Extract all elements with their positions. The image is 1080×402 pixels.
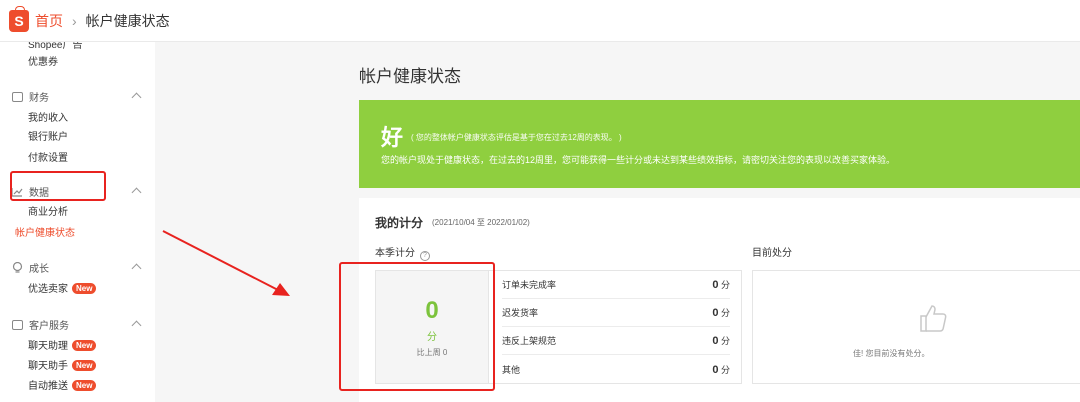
metric-value: 0 分 [712, 306, 730, 319]
sidebar-item-voucher[interactable]: 优惠券 [28, 53, 58, 68]
metric-unit: 分 [720, 336, 730, 346]
sidebar-group-growth[interactable]: 成长 [12, 260, 49, 275]
sidebar-group-customer-service[interactable]: 客户服务 [12, 317, 69, 332]
season-score-label: 本季计分? [375, 244, 430, 261]
chevron-up-icon[interactable] [131, 320, 142, 331]
bulb-icon [12, 262, 23, 273]
sidebar-item-business-insights[interactable]: 商业分析 [28, 203, 68, 218]
new-badge: New [72, 380, 97, 391]
wallet-icon [12, 91, 23, 102]
metric-number: 0 [712, 363, 719, 376]
sidebar-item-chat-assistant[interactable]: 聊天助理 New [28, 337, 97, 352]
sidebar-group-label: 财务 [29, 93, 49, 104]
chat-icon [12, 319, 23, 330]
breadcrumb-home[interactable]: 首页 [35, 11, 63, 31]
breadcrumb-separator-icon: › [72, 12, 77, 29]
page-title: 帐户健康状态 [359, 67, 461, 86]
metric-row: 迟发货率 0 分 [502, 299, 730, 327]
metric-unit: 分 [720, 308, 730, 318]
shopee-logo-icon[interactable]: S [9, 5, 29, 32]
sidebar-group-label: 成长 [29, 264, 49, 275]
sidebar-group-finance[interactable]: 财务 [12, 89, 49, 104]
metric-number: 0 [712, 335, 719, 347]
metric-unit: 分 [720, 364, 730, 375]
annotation-highlight-box [10, 171, 106, 201]
metric-label: 违反上架规范 [502, 336, 557, 346]
new-badge: New [72, 283, 97, 294]
score-date-range: (2021/10/04 至 2022/01/02) [432, 218, 530, 227]
annotation-highlight-box [339, 262, 495, 391]
sidebar-item-auto-push[interactable]: 自动推送 New [28, 377, 97, 392]
sidebar-item-label: 优选卖家 [28, 284, 68, 295]
metric-value: 0 分 [712, 334, 730, 347]
sidebar-item-account-health[interactable]: 帐户健康状态 [15, 224, 75, 239]
breadcrumb-current: 帐户健康状态 [85, 12, 170, 29]
no-penalty-text: 佳! 您目前没有处分。 [853, 349, 930, 358]
metric-label: 订单未完成率 [502, 280, 557, 290]
season-score-label-text: 本季计分 [375, 248, 415, 259]
score-card-title: 我的计分 [375, 216, 424, 230]
thumbs-up-icon [920, 305, 947, 332]
sidebar-item-ads[interactable]: Shopee广告 [28, 42, 82, 51]
sidebar-group-label: 客户服务 [29, 321, 69, 332]
help-icon[interactable]: ? [420, 251, 430, 261]
health-status-note: ( 您的整体帐户健康状态评估是基于您在过去12周的表现。 ) [411, 133, 622, 142]
current-penalty-box: 佳! 您目前没有处分。 [752, 270, 1080, 384]
sidebar-item-preferred-seller[interactable]: 优选卖家 New [28, 280, 97, 295]
metric-label: 其他 [502, 364, 521, 375]
metric-value: 0 分 [712, 363, 730, 376]
metric-label: 迟发货率 [502, 308, 539, 318]
metric-value: 0 分 [712, 278, 730, 291]
new-badge: New [72, 340, 97, 351]
metric-number: 0 [712, 279, 719, 291]
sidebar-item-chat-helper[interactable]: 聊天助手 New [28, 357, 97, 372]
current-penalty-label: 目前处分 [752, 248, 792, 259]
chevron-up-icon[interactable] [131, 263, 142, 274]
sidebar-item-payment-settings[interactable]: 付款设置 [28, 149, 68, 164]
metric-unit: 分 [720, 280, 730, 290]
sidebar-item-income[interactable]: 我的收入 [28, 109, 68, 124]
sidebar-item-bank-account[interactable]: 银行账户 [28, 128, 68, 143]
health-status-description: 您的帐户现处于健康状态，在过去的12周里，您可能获得一些计分或未达到某些绩效指标… [381, 155, 896, 165]
top-bar: S 首页 › 帐户健康状态 [0, 0, 1080, 42]
sidebar: Shopee广告 优惠券 财务 我的收入 银行账户 付款设置 数据 商业分析 帐… [0, 42, 155, 402]
chevron-up-icon[interactable] [131, 92, 142, 103]
metric-row: 违反上架规范 0 分 [502, 327, 730, 355]
health-status-text: 好 [381, 125, 404, 150]
metric-row: 其他 0 分 [502, 355, 730, 383]
health-status-banner: 好 ( 您的整体帐户健康状态评估是基于您在过去12周的表现。 ) 您的帐户现处于… [359, 100, 1080, 188]
metric-row: 订单未完成率 0 分 [502, 271, 730, 299]
metric-number: 0 [712, 307, 719, 319]
chevron-up-icon[interactable] [131, 187, 142, 198]
sidebar-item-label: 聊天助理 [28, 341, 68, 352]
new-badge: New [72, 360, 97, 371]
annotation-arrow-icon [162, 230, 290, 296]
sidebar-item-label: 聊天助手 [28, 361, 68, 372]
sidebar-item-label: 自动推送 [28, 381, 68, 392]
